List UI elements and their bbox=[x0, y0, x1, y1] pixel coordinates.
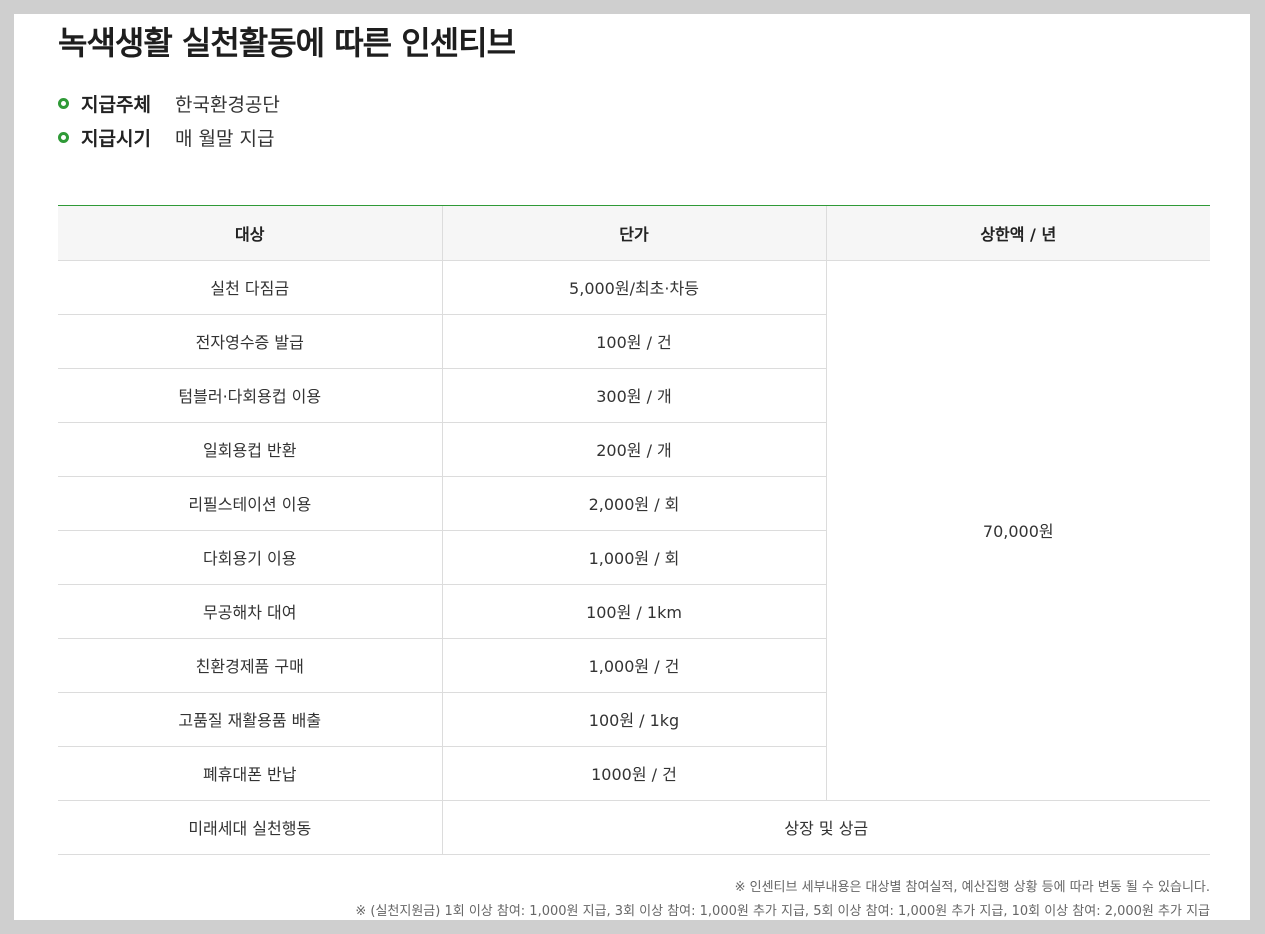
header-target: 대상 bbox=[58, 206, 442, 261]
cell-target: 리필스테이션 이용 bbox=[58, 476, 442, 531]
page: 녹색생활 실천활동에 따른 인센티브 지급주체 한국환경공단 지급시기 매 월말… bbox=[14, 14, 1250, 920]
cell-target: 전자영수증 발급 bbox=[58, 314, 442, 369]
table-row: 실천 다짐금 5,000원/최초·차등 70,000원 bbox=[58, 260, 1210, 801]
circle-bullet-icon bbox=[58, 97, 69, 109]
cell-target: 무공해차 대여 bbox=[58, 584, 442, 639]
footnotes: ※ 인센티브 세부내용은 대상별 참여실적, 예산집행 상황 등에 따라 변동 … bbox=[355, 876, 1210, 920]
info-item-schedule: 지급시기 매 월말 지급 bbox=[58, 120, 280, 154]
cell-reward: 상장 및 상금 bbox=[441, 800, 1210, 855]
cell-target: 다회용기 이용 bbox=[58, 530, 442, 585]
info-item-payer: 지급주체 한국환경공단 bbox=[58, 86, 280, 120]
page-title: 녹색생활 실천활동에 따른 인센티브 bbox=[58, 24, 516, 62]
info-value: 한국환경공단 bbox=[175, 93, 280, 116]
circle-bullet-icon bbox=[58, 131, 69, 143]
cell-price: 100원 / 1km bbox=[441, 584, 826, 639]
cell-price: 100원 / 1kg bbox=[441, 692, 826, 747]
cell-target: 실천 다짐금 bbox=[58, 260, 442, 315]
info-list: 지급주체 한국환경공단 지급시기 매 월말 지급 bbox=[58, 86, 280, 154]
cell-price: 1000원 / 건 bbox=[441, 746, 826, 801]
table-header-row: 대상 단가 상한액 / 년 bbox=[58, 206, 1210, 261]
cell-target: 고품질 재활용품 배출 bbox=[58, 692, 442, 747]
cell-target: 친환경제품 구매 bbox=[58, 638, 442, 693]
footnote: ※ (실천지원금) 1회 이상 참여: 1,000원 지급, 3회 이상 참여:… bbox=[355, 904, 1210, 919]
cell-target: 일회용컵 반환 bbox=[58, 422, 442, 477]
cell-price: 100원 / 건 bbox=[441, 314, 826, 369]
header-cap: 상한액 / 년 bbox=[825, 206, 1210, 261]
cell-cap: 70,000원 bbox=[825, 260, 1210, 801]
header-price: 단가 bbox=[441, 206, 826, 261]
cell-price: 300원 / 개 bbox=[441, 368, 826, 423]
cell-target: 텀블러·다회용컵 이용 bbox=[58, 368, 442, 423]
footnote: ※ 인센티브 세부내용은 대상별 참여실적, 예산집행 상황 등에 따라 변동 … bbox=[734, 880, 1210, 895]
cell-price: 1,000원 / 건 bbox=[441, 638, 826, 693]
info-label: 지급시기 bbox=[81, 127, 151, 150]
cell-target: 폐휴대폰 반납 bbox=[58, 746, 442, 801]
info-label: 지급주체 bbox=[81, 93, 151, 116]
cell-price: 1,000원 / 회 bbox=[441, 530, 826, 585]
info-value: 매 월말 지급 bbox=[175, 127, 275, 150]
cell-price: 200원 / 개 bbox=[441, 422, 826, 477]
cell-price: 5,000원/최초·차등 bbox=[441, 260, 826, 315]
cell-price: 2,000원 / 회 bbox=[441, 476, 826, 531]
cell-target: 미래세대 실천행동 bbox=[58, 800, 442, 855]
table-row-future-generation: 미래세대 실천행동 상장 및 상금 bbox=[58, 800, 1210, 855]
incentive-table: 대상 단가 상한액 / 년 실천 다짐금 5,000원/최초·차등 70,000… bbox=[58, 205, 1210, 855]
